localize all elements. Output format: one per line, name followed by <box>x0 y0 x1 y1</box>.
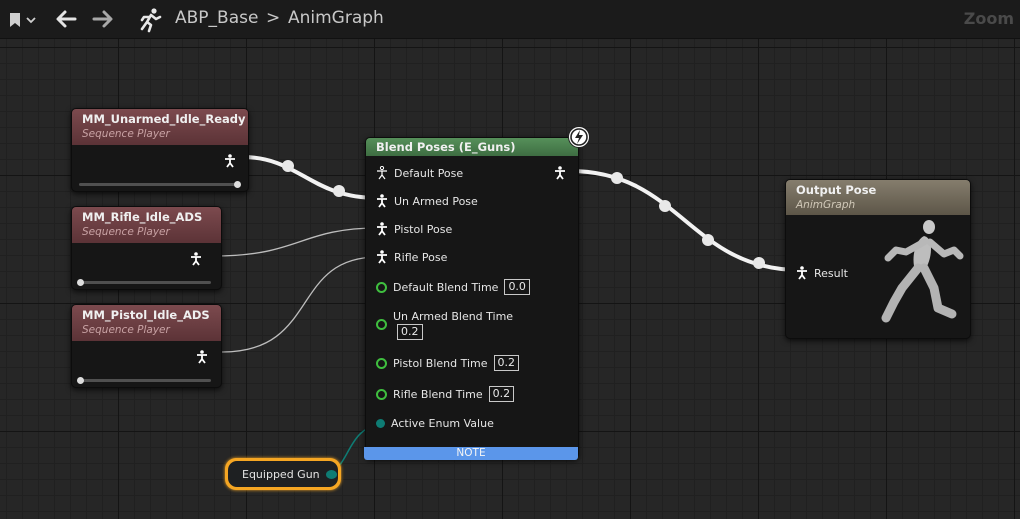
running-mannequin-icon <box>881 220 964 323</box>
pin-label: Pistol Blend Time <box>393 356 488 370</box>
node-header: MM_Rifle_Idle_ADS Sequence Player <box>72 207 221 243</box>
node-title: MM_Unarmed_Idle_Ready <box>82 112 246 126</box>
node-subtitle: Sequence Player <box>82 324 170 336</box>
default-blend-time-input[interactable]: 0.0 <box>504 279 530 295</box>
rifle-blend-time-input[interactable]: 0.2 <box>488 386 515 402</box>
blend-poses-node[interactable]: Blend Poses (E_Guns) Default Pose Un Arm… <box>364 137 579 460</box>
slider-knob[interactable] <box>77 279 84 286</box>
pin-label: Active Enum Value <box>391 417 494 430</box>
node-subtitle: Sequence Player <box>82 128 170 140</box>
result-pin[interactable]: Result <box>796 266 848 280</box>
node-title: Blend Poses (E_Guns) <box>366 138 578 156</box>
pin-label: Un Armed Pose <box>394 194 478 208</box>
rifle-pose-pin[interactable]: Rifle Pose <box>376 250 447 264</box>
node-subtitle: Sequence Player <box>82 226 170 238</box>
pistol-blend-time-pin[interactable]: Pistol Blend Time 0.2 <box>376 355 520 371</box>
bookmark-icon[interactable] <box>6 10 38 30</box>
active-enum-value-pin[interactable]: Active Enum Value <box>376 417 494 430</box>
default-pose-pin[interactable]: Default Pose <box>376 166 463 180</box>
float-pin-icon <box>376 357 387 369</box>
pistol-pose-pin[interactable]: Pistol Pose <box>376 222 452 236</box>
breadcrumb-root[interactable]: ABP_Base <box>175 8 258 28</box>
pose-pin-icon[interactable] <box>224 154 236 168</box>
slider-knob[interactable] <box>77 377 84 384</box>
sequence-player-node[interactable]: MM_Pistol_Idle_ADS Sequence Player <box>71 304 222 388</box>
enum-pin-icon <box>376 419 385 428</box>
unarmed-blend-time-pin[interactable]: Un Armed Blend Time 0.2 <box>376 310 513 340</box>
pose-pin-icon <box>377 222 387 236</box>
breadcrumb-separator: > <box>266 8 281 28</box>
float-pin-icon <box>376 319 387 330</box>
output-pose-pin-icon[interactable] <box>554 166 566 180</box>
rifle-blend-time-pin[interactable]: Rifle Blend Time 0.2 <box>376 386 515 402</box>
running-man-icon <box>136 6 164 34</box>
arrow-left-icon[interactable] <box>53 7 79 31</box>
node-title: MM_Pistol_Idle_ADS <box>82 308 210 322</box>
node-subtitle: AnimGraph <box>796 199 856 211</box>
pin-label: Rifle Pose <box>394 250 448 264</box>
pin-label: Default Pose <box>394 166 464 180</box>
pose-pin-icon <box>377 194 387 208</box>
pose-pin-icon[interactable] <box>196 350 208 364</box>
node-header: Output Pose AnimGraph <box>786 180 970 215</box>
pin-label: Un Armed Blend Time <box>393 310 514 323</box>
position-slider[interactable] <box>77 377 211 384</box>
enum-pin-icon[interactable] <box>325 469 337 479</box>
position-slider[interactable] <box>79 181 241 188</box>
pin-label: Rifle Blend Time <box>393 387 483 401</box>
pin-label: Result <box>814 266 848 280</box>
toolbar: ABP_Base > AnimGraph Zoom <box>0 0 1020 39</box>
pose-pin-icon[interactable] <box>190 252 202 266</box>
sequence-player-node[interactable]: MM_Rifle_Idle_ADS Sequence Player <box>71 206 222 290</box>
pin-label: Pistol Pose <box>394 222 453 236</box>
pin-label: Default Blend Time <box>393 280 499 294</box>
node-header: MM_Unarmed_Idle_Ready Sequence Player <box>72 109 248 145</box>
arrow-right-icon[interactable] <box>90 7 116 31</box>
unarmed-blend-time-input[interactable]: 0.2 <box>397 324 423 340</box>
breadcrumb-leaf[interactable]: AnimGraph <box>288 8 384 28</box>
equipped-gun-variable-node[interactable]: Equipped Gun <box>225 458 341 490</box>
node-header: MM_Pistol_Idle_ADS Sequence Player <box>72 305 221 341</box>
pistol-blend-time-input[interactable]: 0.2 <box>493 355 520 371</box>
float-pin-icon <box>376 281 387 293</box>
zoom-label: Zoom <box>963 9 1014 28</box>
position-slider[interactable] <box>77 279 211 286</box>
note-bar[interactable]: NOTE <box>364 447 578 460</box>
variable-label: Equipped Gun <box>242 467 320 481</box>
lightning-icon <box>568 126 590 148</box>
pose-outline-pin-icon <box>377 166 387 180</box>
node-title: MM_Rifle_Idle_ADS <box>82 210 203 224</box>
node-title: Output Pose <box>796 183 877 197</box>
output-pose-node[interactable]: Output Pose AnimGraph Result <box>785 179 971 339</box>
pose-pin-icon <box>797 266 807 280</box>
unarmed-pose-pin[interactable]: Un Armed Pose <box>376 194 478 208</box>
default-blend-time-pin[interactable]: Default Blend Time 0.0 <box>376 279 530 295</box>
slider-knob[interactable] <box>234 181 241 188</box>
sequence-player-node[interactable]: MM_Unarmed_Idle_Ready Sequence Player <box>71 108 249 192</box>
float-pin-icon <box>376 388 387 400</box>
pose-pin-icon <box>377 250 387 264</box>
